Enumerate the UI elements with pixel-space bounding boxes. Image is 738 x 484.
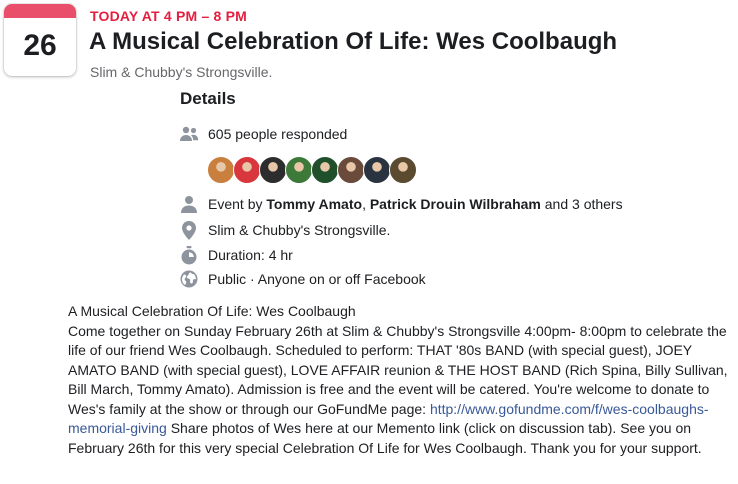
- host-link-tommy-amato[interactable]: Tommy Amato: [266, 196, 362, 212]
- event-venue[interactable]: Slim & Chubby's Strongsville.: [90, 64, 272, 80]
- details-heading: Details: [180, 89, 236, 108]
- hosts-separator: ,: [362, 196, 370, 212]
- privacy-row: Public · Anyone on or off Facebook: [178, 269, 426, 289]
- stopwatch-icon: [178, 245, 200, 265]
- calendar-date-badge: 26: [4, 4, 76, 76]
- attendee-avatar[interactable]: [285, 156, 313, 184]
- attendee-avatar[interactable]: [233, 156, 261, 184]
- attendee-avatar[interactable]: [207, 156, 235, 184]
- attendee-avatar[interactable]: [389, 156, 417, 184]
- duration-row: Duration: 4 hr: [178, 245, 293, 265]
- duration-text: Duration: 4 hr: [208, 247, 293, 263]
- location-row: Slim & Chubby's Strongsville.: [178, 220, 390, 240]
- calendar-header-strip: [4, 4, 76, 18]
- event-time: TODAY AT 4 PM – 8 PM: [90, 8, 248, 24]
- hosts-text: Event by Tommy Amato, Patrick Drouin Wil…: [208, 196, 623, 212]
- location-pin-icon: [178, 220, 200, 240]
- people-icon: [178, 124, 200, 144]
- description-title: A Musical Celebration Of Life: Wes Coolb…: [68, 303, 356, 319]
- responded-count: 605 people responded: [208, 126, 348, 142]
- attendee-avatars[interactable]: [207, 156, 417, 184]
- privacy-text: Public · Anyone on or off Facebook: [208, 271, 426, 287]
- attendee-avatar[interactable]: [363, 156, 391, 184]
- person-icon: [178, 194, 200, 214]
- attendee-avatar[interactable]: [337, 156, 365, 184]
- responded-row[interactable]: 605 people responded: [178, 124, 347, 144]
- calendar-day: 26: [23, 29, 57, 62]
- location-link[interactable]: Slim & Chubby's Strongsville.: [208, 222, 390, 238]
- attendee-avatar[interactable]: [311, 156, 339, 184]
- hosts-row: Event by Tommy Amato, Patrick Drouin Wil…: [178, 194, 623, 214]
- host-link-patrick-drouin-wilbraham[interactable]: Patrick Drouin Wilbraham: [370, 196, 541, 212]
- globe-icon: [178, 269, 200, 289]
- event-description: A Musical Celebration Of Life: Wes Coolb…: [68, 302, 728, 458]
- description-body: Come together on Sunday February 26th at…: [68, 322, 728, 459]
- event-title[interactable]: A Musical Celebration Of Life: Wes Coolb…: [89, 28, 617, 56]
- attendee-avatar[interactable]: [259, 156, 287, 184]
- hosts-others[interactable]: and 3 others: [541, 196, 623, 212]
- hosts-prefix: Event by: [208, 196, 267, 212]
